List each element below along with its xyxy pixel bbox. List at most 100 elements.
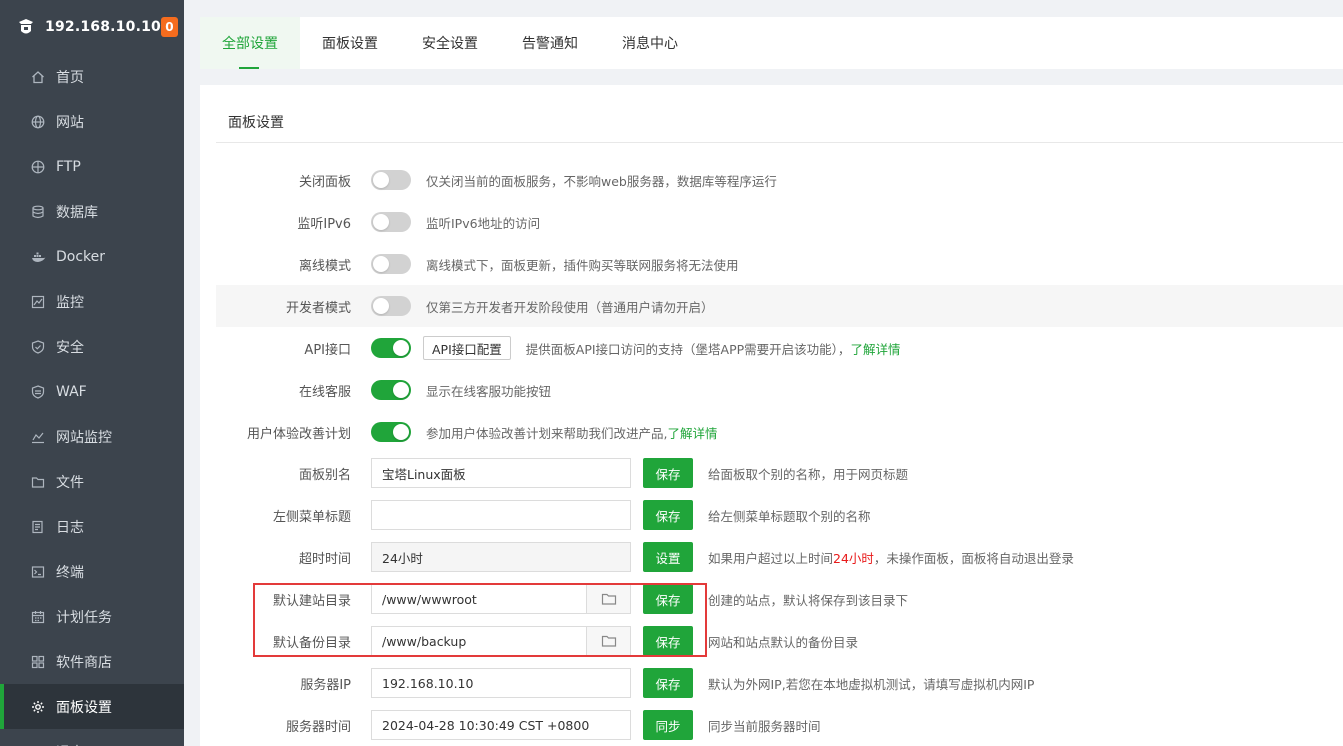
site-dir-input[interactable]: /www/wwwroot (372, 585, 586, 613)
row-label: 默认备份目录 (272, 635, 351, 651)
row-ux-program: 用户体验改善计划 参加用户体验改善计划来帮助我们改进产品,了解详情 (216, 411, 1343, 453)
sidebar-item-waf[interactable]: WAF (0, 369, 184, 414)
sidebar-item-site-monitor[interactable]: 网站监控 (0, 414, 184, 459)
waf-shield-icon (30, 384, 46, 400)
apps-icon (30, 654, 46, 670)
row-label: 面板别名 (298, 467, 351, 483)
server-time-sync-button[interactable]: 同步 (643, 710, 693, 740)
sidebar-item-database[interactable]: 数据库 (0, 189, 184, 234)
row-description: 仅第三方开发者开发阶段使用（普通用户请勿开启） (426, 299, 714, 315)
row-description: 提供面板API接口访问的支持（堡塔APP需要开启该功能），了解详情 (526, 339, 901, 358)
sidebar-item-ftp[interactable]: FTP (0, 144, 184, 189)
sidebar-item-terminal[interactable]: 终端 (0, 549, 184, 594)
log-icon (30, 519, 46, 535)
ipv6-toggle[interactable] (371, 212, 411, 232)
close-panel-toggle[interactable] (371, 170, 411, 190)
row-label: 在线客服 (298, 384, 351, 400)
row-menu-title: 左侧菜单标题 保存 给左侧菜单标题取个别的名称 (216, 494, 1343, 536)
folder-icon[interactable] (586, 585, 630, 613)
api-config-button[interactable]: API接口配置 (423, 336, 511, 360)
row-label: 开发者模式 (285, 300, 351, 316)
timeout-set-button[interactable]: 设置 (643, 542, 693, 572)
row-server-time: 服务器时间 2024-04-28 10:30:49 CST +0800 同步 同… (216, 704, 1343, 746)
monitor-icon (30, 294, 46, 310)
api-toggle[interactable] (371, 338, 411, 358)
row-description: 创建的站点，默认将保存到该目录下 (708, 592, 909, 608)
database-icon (30, 204, 46, 220)
ux-program-toggle[interactable] (371, 422, 411, 442)
tab-alert-notification[interactable]: 告警通知 (500, 17, 600, 69)
site-dir-field: /www/wwwroot (371, 584, 631, 614)
sidebar-item-security[interactable]: 安全 (0, 324, 184, 369)
panel-alias-input[interactable]: 宝塔Linux面板 (371, 458, 631, 488)
sidebar-item-monitor[interactable]: 监控 (0, 279, 184, 324)
row-description: 参加用户体验改善计划来帮助我们改进产品,了解详情 (426, 423, 718, 442)
row-label: 默认建站目录 (272, 593, 351, 609)
api-learn-more-link[interactable]: 了解详情 (850, 342, 900, 357)
sidebar-item-cron[interactable]: 计划任务 (0, 594, 184, 639)
row-label: API接口 (304, 342, 351, 358)
timeout-input: 24小时 (371, 542, 631, 572)
sidebar-item-label: 安全 (56, 339, 84, 356)
menu-title-input[interactable] (371, 500, 631, 530)
row-site-dir: 默认建站目录 /www/wwwroot 保存 创建的站点，默认将保存到该目录下 (216, 578, 1343, 620)
server-time-input[interactable]: 2024-04-28 10:30:49 CST +0800 (371, 710, 631, 740)
row-label: 超时时间 (298, 551, 351, 567)
backup-dir-save-button[interactable]: 保存 (643, 626, 693, 656)
settings-tabs: 全部设置 面板设置 安全设置 告警通知 消息中心 (200, 17, 1343, 69)
row-description: 默认为外网IP,若您在本地虚拟机测试，请填写虚拟机内网IP (708, 676, 1035, 692)
server-ip-input[interactable]: 192.168.10.10 (371, 668, 631, 698)
sidebar-item-label: 终端 (56, 564, 84, 581)
row-description: 如果用户超过以上时间24小时，未操作面板，面板将自动退出登录 (708, 548, 1074, 567)
sidebar-item-label: WAF (56, 383, 87, 400)
sidebar-item-label: 文件 (56, 474, 84, 491)
sidebar-header: 192.168.10.10 0 (0, 0, 184, 54)
sidebar-item-panel-settings[interactable]: 面板设置 (0, 684, 184, 729)
sidebar-item-logout[interactable]: 退出 (0, 729, 184, 746)
online-support-toggle[interactable] (371, 380, 411, 400)
sidebar-item-label: 软件商店 (56, 654, 112, 671)
sidebar-item-label: 退出 (56, 742, 84, 746)
row-developer-mode: 开发者模式 仅第三方开发者开发阶段使用（普通用户请勿开启） (216, 285, 1343, 327)
row-label: 监听IPv6 (297, 216, 351, 232)
tab-message-center[interactable]: 消息中心 (600, 17, 700, 69)
sidebar-item-label: 网站 (56, 114, 84, 131)
panel-title: 面板设置 (228, 115, 284, 131)
row-timeout: 超时时间 24小时 设置 如果用户超过以上时间24小时，未操作面板，面板将自动退… (216, 536, 1343, 578)
server-ip[interactable]: 192.168.10.10 (45, 19, 161, 35)
sidebar-item-home[interactable]: 首页 (0, 54, 184, 99)
sidebar-item-label: 日志 (56, 519, 84, 536)
row-online-support: 在线客服 显示在线客服功能按钮 (216, 369, 1343, 411)
sidebar-item-website[interactable]: 网站 (0, 99, 184, 144)
backup-dir-input[interactable]: /www/backup (372, 627, 586, 655)
sidebar-item-logs[interactable]: 日志 (0, 504, 184, 549)
tab-security-settings[interactable]: 安全设置 (400, 17, 500, 69)
row-description: 离线模式下，面板更新，插件购买等联网服务将无法使用 (426, 257, 739, 273)
settings-panel: 面板设置 关闭面板 仅关闭当前的面板服务，不影响web服务器，数据库等程序运行 … (200, 85, 1343, 746)
sidebar: 192.168.10.10 0 首页 网站 FTP 数据库 Docker 监控 … (0, 0, 184, 746)
notification-badge[interactable]: 0 (160, 17, 178, 37)
row-close-panel: 关闭面板 仅关闭当前的面板服务，不影响web服务器，数据库等程序运行 (216, 159, 1343, 201)
row-description: 仅关闭当前的面板服务，不影响web服务器，数据库等程序运行 (426, 173, 777, 189)
tab-panel-settings[interactable]: 面板设置 (300, 17, 400, 69)
sidebar-item-label: Docker (56, 248, 106, 265)
sidebar-item-docker[interactable]: Docker (0, 234, 184, 279)
sidebar-item-files[interactable]: 文件 (0, 459, 184, 504)
docker-icon (30, 249, 46, 265)
backup-dir-field: /www/backup (371, 626, 631, 656)
sidebar-item-label: 面板设置 (56, 699, 112, 716)
menu-title-save-button[interactable]: 保存 (643, 500, 693, 530)
row-api: API接口 API接口配置 提供面板API接口访问的支持（堡塔APP需要开启该功… (216, 327, 1343, 369)
server-ip-save-button[interactable]: 保存 (643, 668, 693, 698)
panel-alias-save-button[interactable]: 保存 (643, 458, 693, 488)
site-dir-save-button[interactable]: 保存 (643, 584, 693, 614)
sidebar-item-label: 网站监控 (56, 429, 112, 446)
ux-learn-more-link[interactable]: 了解详情 (667, 426, 717, 441)
tab-all-settings[interactable]: 全部设置 (200, 17, 300, 69)
sidebar-item-store[interactable]: 软件商店 (0, 639, 184, 684)
offline-mode-toggle[interactable] (371, 254, 411, 274)
folder-icon[interactable] (586, 627, 630, 655)
sidebar-item-label: FTP (56, 158, 81, 175)
timeout-desc-post: ，未操作面板，面板将自动退出登录 (873, 550, 1074, 566)
developer-mode-toggle[interactable] (371, 296, 411, 316)
